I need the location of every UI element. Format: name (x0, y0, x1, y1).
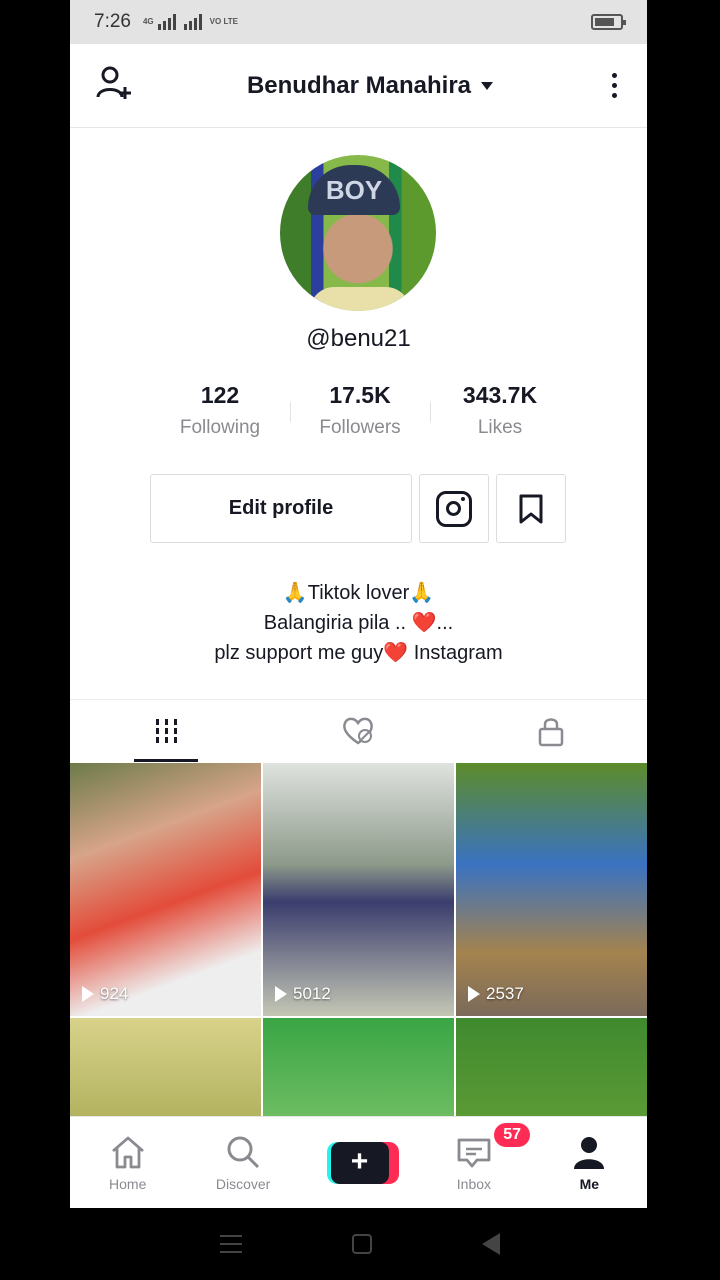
chevron-down-icon (481, 81, 494, 90)
more-options-icon[interactable] (606, 67, 623, 104)
play-icon (82, 986, 94, 1002)
stat-label: Following (179, 417, 261, 438)
instagram-button[interactable] (419, 474, 489, 543)
system-nav-bar (0, 1208, 720, 1280)
stat-followers[interactable]: 17.5K Followers (290, 382, 430, 439)
bio-line[interactable]: plz support me guy❤️ Instagram (70, 638, 647, 668)
tab-videos[interactable] (70, 700, 262, 762)
inbox-icon (457, 1138, 491, 1167)
network-type: 4G (142, 17, 154, 26)
home-icon (111, 1136, 144, 1168)
bio: 🙏Tiktok lover🙏 Balangiria pila .. ❤️... … (70, 578, 647, 668)
view-count: 2537 (468, 984, 524, 1004)
page-title: Benudhar Manahira (246, 71, 472, 99)
video-thumbnail[interactable]: 2537 (456, 763, 647, 1016)
signal-icon (157, 14, 176, 30)
bio-line: 🙏Tiktok lover🙏 (282, 582, 435, 604)
avatar[interactable]: BOY (280, 155, 436, 311)
menu-icon[interactable] (220, 1235, 242, 1253)
view-count-text: 5012 (293, 984, 331, 1003)
profile-actions: Edit profile (150, 474, 566, 543)
nav-create[interactable]: + (301, 1117, 416, 1208)
battery-icon (591, 14, 626, 30)
instagram-icon (436, 490, 472, 527)
lock-icon (538, 718, 564, 747)
nav-discover[interactable]: Discover (185, 1117, 300, 1208)
nav-label: Home (109, 1175, 147, 1192)
nav-home[interactable]: Home (70, 1117, 185, 1208)
video-thumbnail[interactable]: 924 (70, 763, 261, 1016)
bio-line: Balangiria pila .. ❤️... (263, 612, 454, 634)
stat-label: Likes (477, 417, 523, 438)
stat-value: 122 (200, 382, 240, 408)
profile-icon (574, 1136, 605, 1169)
plus-icon: + (330, 1141, 389, 1184)
profile-header: Benudhar Manahira (70, 44, 647, 128)
stat-likes[interactable]: 343.7K Likes (430, 382, 570, 439)
nav-label: Discover (215, 1175, 271, 1192)
stat-value: 17.5K (329, 382, 391, 408)
stat-label: Followers (319, 417, 401, 438)
search-icon (227, 1136, 260, 1168)
status-time: 7:26 (94, 11, 131, 32)
content-tabs (70, 699, 647, 762)
home-square-icon[interactable] (352, 1234, 372, 1254)
profile-stats: 122 Following 17.5K Followers 343.7K Lik… (150, 382, 570, 439)
grid-icon (155, 719, 177, 743)
video-thumbnail[interactable]: 5012 (263, 763, 454, 1016)
create-button[interactable]: + (326, 1141, 399, 1184)
edit-profile-button[interactable]: Edit profile (150, 474, 412, 543)
account-switcher[interactable]: Benudhar Manahira (246, 71, 494, 100)
stat-following[interactable]: 122 Following (150, 382, 290, 439)
nav-label: Me (579, 1175, 600, 1192)
avatar-cap: BOY (308, 165, 400, 215)
app-screen: 7:26 4G VO LTE Benudhar Manahira BOY @be… (70, 0, 647, 1208)
volte-label: VO LTE (209, 17, 238, 26)
signal-icon-2 (183, 14, 202, 30)
nav-label: Inbox (456, 1175, 492, 1192)
bottom-nav: Home Discover + Inbox 57 Me (70, 1116, 647, 1208)
view-count-text: 2537 (486, 984, 524, 1003)
play-icon (468, 986, 480, 1002)
status-bar: 7:26 4G VO LTE (70, 0, 647, 44)
nav-me[interactable]: Me (532, 1117, 647, 1208)
bookmark-icon (519, 494, 543, 523)
tab-private[interactable] (455, 700, 647, 762)
tab-liked[interactable] (262, 700, 454, 762)
back-icon[interactable] (482, 1233, 500, 1255)
play-icon (275, 986, 287, 1002)
view-count: 924 (82, 984, 128, 1004)
add-friend-icon[interactable] (94, 63, 134, 108)
view-count: 5012 (275, 984, 331, 1004)
view-count-text: 924 (100, 984, 129, 1003)
favorites-button[interactable] (496, 474, 566, 543)
username: @benu21 (306, 325, 411, 352)
stat-value: 343.7K (462, 382, 538, 408)
inbox-badge: 57 (494, 1123, 531, 1147)
heart-hidden-icon (343, 717, 374, 745)
nav-inbox[interactable]: Inbox 57 (416, 1117, 531, 1208)
